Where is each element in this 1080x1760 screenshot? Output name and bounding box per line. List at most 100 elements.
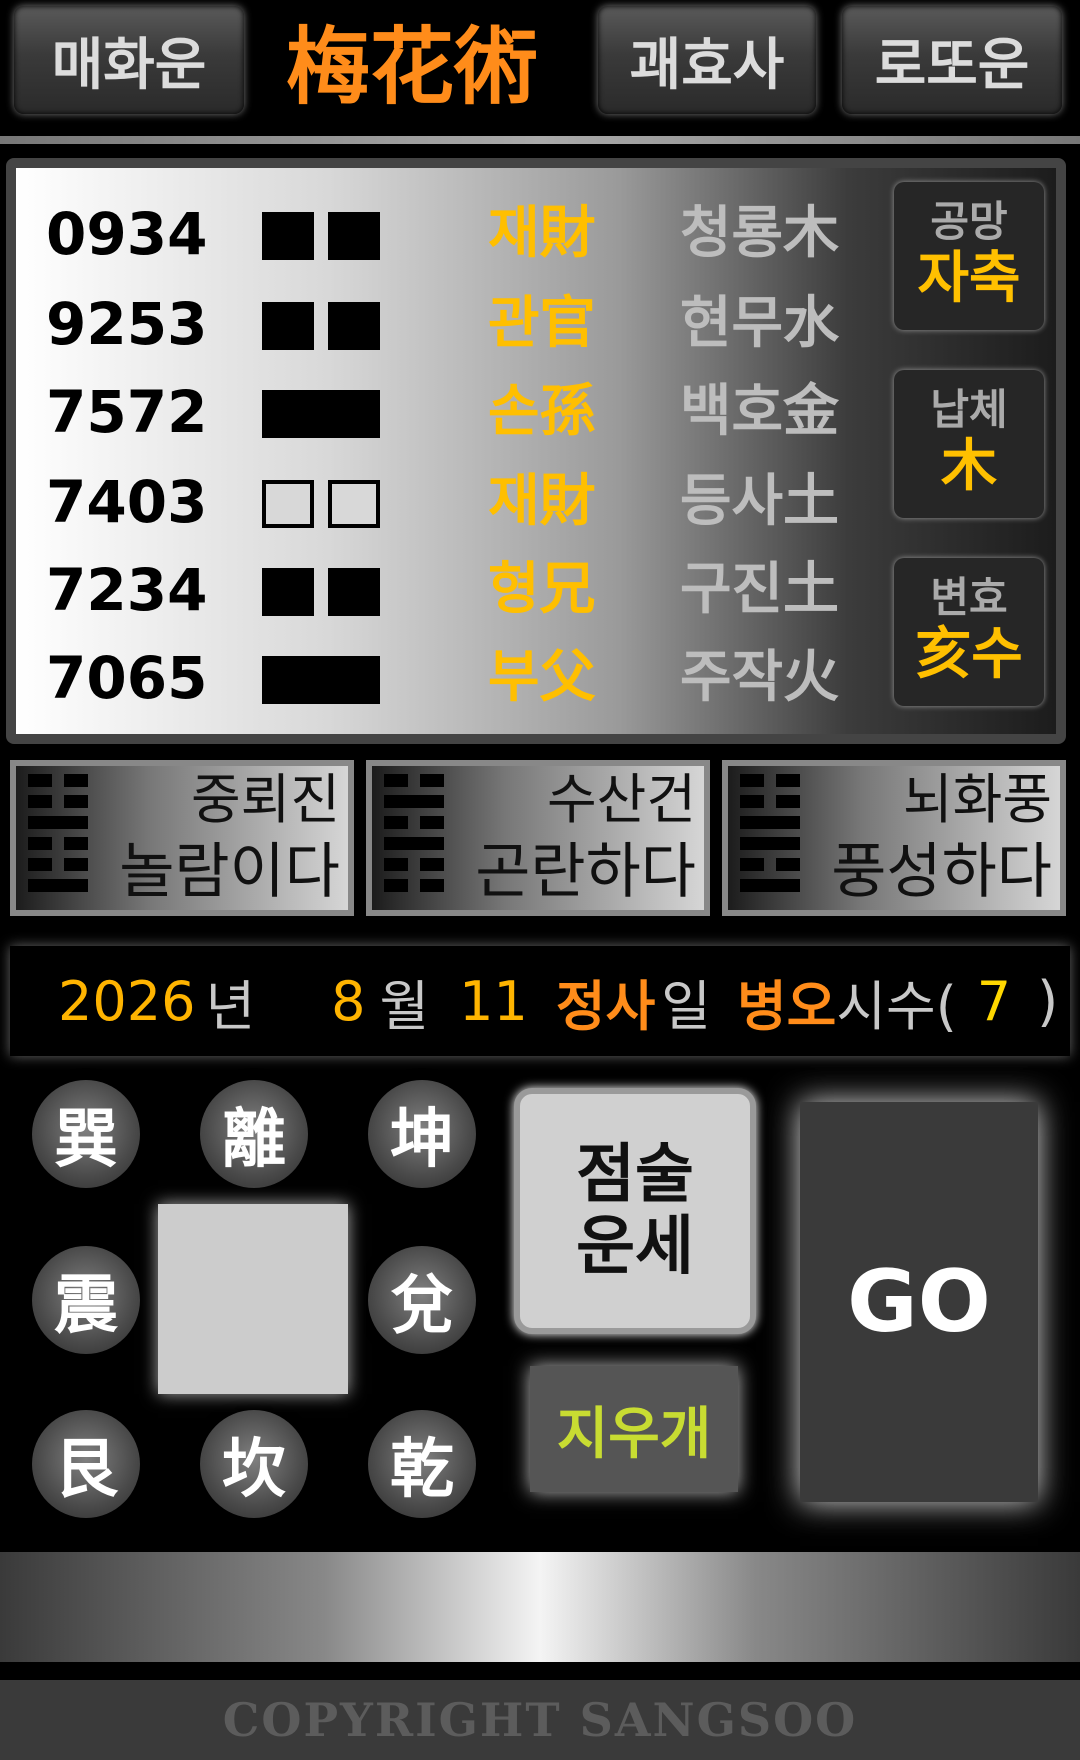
gongmang-box: 공망 자축 bbox=[894, 182, 1044, 330]
fortune-button-line1: 점술 bbox=[576, 1138, 694, 1212]
gua-description: 놀람이다 bbox=[119, 837, 340, 907]
napche-label: 납체 bbox=[930, 385, 1008, 434]
yin-segment bbox=[262, 568, 314, 616]
byeonhyo-value: 亥수 bbox=[915, 622, 1023, 687]
yin-segment bbox=[328, 480, 380, 528]
byeonhyo-label: 변효 bbox=[930, 573, 1008, 622]
six-relation-label: 손孫 bbox=[488, 379, 596, 444]
mini-yin-segment bbox=[64, 795, 88, 808]
hexagram-mini-icon bbox=[28, 774, 88, 900]
yao-line-icon bbox=[262, 568, 380, 616]
line-row: 7572 손孫 백호金 bbox=[0, 368, 880, 456]
mini-yin-segment bbox=[384, 879, 408, 892]
bagua-li-button[interactable]: 離 bbox=[200, 1080, 308, 1188]
six-god-label: 현무水 bbox=[680, 291, 840, 356]
mini-yang-segment bbox=[384, 837, 444, 850]
six-god-label: 청룡木 bbox=[680, 201, 840, 266]
yao-line-icon bbox=[262, 302, 380, 350]
gua-card-original[interactable]: 중뢰진 놀람이다 bbox=[10, 760, 354, 916]
line-row: 9253 관官 현무水 bbox=[0, 280, 880, 368]
napche-box: 납체 木 bbox=[894, 370, 1044, 518]
gua-card-changed[interactable]: 뇌화풍 풍성하다 bbox=[722, 760, 1066, 916]
mini-yin-segment bbox=[384, 774, 408, 787]
mini-yang-segment bbox=[28, 816, 88, 829]
mini-yang-segment bbox=[740, 837, 800, 850]
fortune-button-line2: 운세 bbox=[576, 1210, 694, 1284]
mini-yin-segment bbox=[28, 837, 52, 850]
six-god-label: 구진土 bbox=[680, 557, 840, 622]
mini-yang-segment bbox=[384, 795, 444, 808]
mini-yin-segment bbox=[776, 795, 800, 808]
month-unit: 월 bbox=[379, 974, 430, 1038]
bagua-dui-button[interactable]: 兌 bbox=[368, 1246, 476, 1354]
gua-description: 곤란하다 bbox=[475, 837, 696, 907]
mini-yin-segment bbox=[776, 858, 800, 871]
mini-yin-segment bbox=[740, 774, 764, 787]
count-value: 7 bbox=[976, 969, 1012, 1033]
decorative-shine-bar bbox=[0, 1552, 1080, 1662]
gua-name: 중뢰진 bbox=[190, 768, 340, 831]
mini-yin-segment bbox=[420, 774, 444, 787]
hour-ganzhi: 병오 bbox=[736, 974, 837, 1038]
line-number: 7234 bbox=[46, 556, 208, 624]
mini-yin-segment bbox=[64, 837, 88, 850]
hexagram-mini-icon bbox=[384, 774, 444, 900]
mini-yin-segment bbox=[384, 858, 408, 871]
yin-segment bbox=[328, 212, 380, 260]
top-divider bbox=[0, 136, 1080, 144]
six-relation-label: 형兄 bbox=[488, 557, 596, 622]
line-row: 7234 형兄 구진土 bbox=[0, 546, 880, 634]
yin-segment bbox=[262, 302, 314, 350]
yao-line-icon bbox=[262, 212, 380, 260]
mini-yin-segment bbox=[740, 795, 764, 808]
yao-line-icon bbox=[262, 480, 380, 528]
line-row: 7403 재財 등사土 bbox=[0, 458, 880, 546]
count-close: ) bbox=[1037, 969, 1059, 1033]
six-god-label: 주작火 bbox=[680, 645, 840, 710]
mini-yin-segment bbox=[420, 879, 444, 892]
hexagram-mini-icon bbox=[740, 774, 800, 900]
line-number: 9253 bbox=[46, 290, 208, 358]
mini-yin-segment bbox=[28, 795, 52, 808]
app-title: 梅花術 bbox=[285, 16, 538, 116]
bagua-kan-button[interactable]: 坎 bbox=[200, 1410, 308, 1518]
year-unit: 년 bbox=[205, 974, 256, 1038]
day-value: 11 bbox=[459, 969, 528, 1033]
go-button[interactable]: GO bbox=[800, 1102, 1038, 1502]
bagua-xun-button[interactable]: 巽 bbox=[32, 1080, 140, 1188]
gua-card-mutual[interactable]: 수산건 곤란하다 bbox=[366, 760, 710, 916]
bagua-zhen-button[interactable]: 震 bbox=[32, 1246, 140, 1354]
bagua-qian-button[interactable]: 乾 bbox=[368, 1410, 476, 1518]
six-relation-label: 재財 bbox=[488, 469, 596, 534]
yin-segment bbox=[262, 212, 314, 260]
mini-yin-segment bbox=[28, 774, 52, 787]
mini-yin-segment bbox=[420, 858, 444, 871]
line-row: 0934 재財 청룡木 bbox=[0, 190, 880, 278]
six-god-label: 백호金 bbox=[680, 379, 840, 444]
byeonhyo-box: 변효 亥수 bbox=[894, 558, 1044, 706]
mini-yin-segment bbox=[420, 816, 444, 829]
fortune-button[interactable]: 점술 운세 bbox=[514, 1088, 756, 1334]
mini-yin-segment bbox=[64, 774, 88, 787]
six-relation-label: 부父 bbox=[488, 645, 596, 710]
yang-segment bbox=[262, 390, 380, 438]
center-display-square bbox=[158, 1204, 348, 1394]
line-row: 7065 부父 주작火 bbox=[0, 634, 880, 722]
gua-name: 뇌화풍 bbox=[902, 768, 1052, 831]
maehwa-tab-button[interactable]: 매화운 bbox=[14, 6, 244, 114]
date-time-bar: 2026 년 8 월 11 정사 일 병오 시수( 7 ) bbox=[10, 946, 1070, 1056]
bagua-kun-button[interactable]: 坤 bbox=[368, 1080, 476, 1188]
bagua-gen-button[interactable]: 艮 bbox=[32, 1410, 140, 1518]
eraser-button[interactable]: 지우개 bbox=[530, 1366, 738, 1492]
six-relation-label: 관官 bbox=[488, 291, 596, 356]
line-number: 7065 bbox=[46, 644, 208, 712]
yao-line-icon bbox=[262, 656, 380, 704]
gwaehyosa-tab-button[interactable]: 괘효사 bbox=[598, 6, 816, 114]
line-number: 7403 bbox=[46, 468, 208, 536]
gua-description: 풍성하다 bbox=[831, 837, 1052, 907]
yin-segment bbox=[328, 302, 380, 350]
six-god-label: 등사土 bbox=[680, 469, 840, 534]
mini-yin-segment bbox=[776, 774, 800, 787]
gongmang-label: 공망 bbox=[930, 197, 1008, 246]
lotto-tab-button[interactable]: 로또운 bbox=[842, 6, 1062, 114]
